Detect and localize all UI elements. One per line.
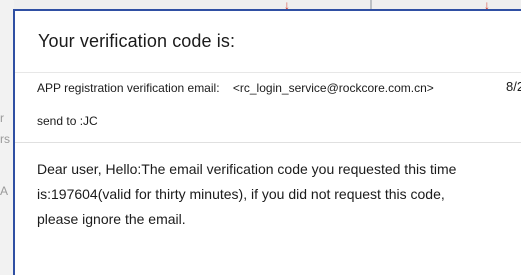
email-from-label: APP registration verification email: [37,81,220,95]
email-meta: APP registration verification email: <rc… [15,73,521,143]
email-body-line: please ignore the email. [37,211,186,227]
email-body-line: Dear user, Hello:The email verification … [37,161,457,177]
email-subject: Your verification code is: [38,31,236,51]
email-panel: Your verification code is: APP registrat… [13,9,521,275]
email-header: Your verification code is: [15,11,521,73]
background-ghost-text: r [0,111,4,125]
email-date: 8/2 [506,79,521,94]
email-from-line: APP registration verification email: <rc… [37,81,434,95]
email-body: Dear user, Hello:The email verification … [15,143,521,232]
background-ghost-text: rs [0,132,10,146]
email-from-address[interactable]: <rc_login_service@rockcore.com.cn> [233,81,434,95]
screenshot-stage: r rs A ↓ ↓ Your verification code is: AP… [0,0,521,275]
email-to-line: send to :JC [37,114,98,128]
email-body-line: is:197604(valid for thirty minutes), if … [37,186,445,202]
background-ghost-text: A [0,184,9,198]
